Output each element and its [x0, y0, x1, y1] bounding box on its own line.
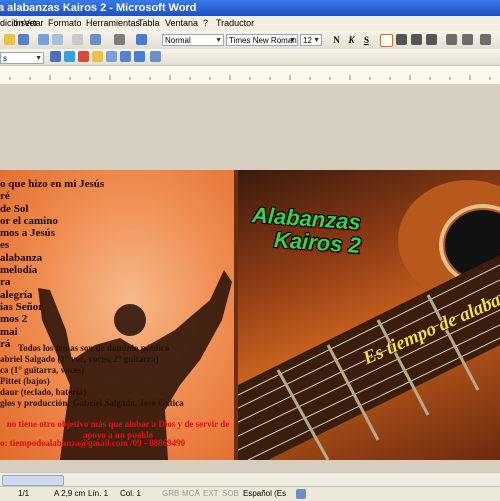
tool-icon[interactable]	[64, 51, 75, 62]
font-value: Times New Roman	[229, 36, 297, 45]
print-icon[interactable]	[38, 34, 49, 45]
style-value: Normal	[165, 36, 191, 45]
status-page: 1/1	[18, 489, 30, 498]
chevron-down-icon: ▼	[215, 37, 222, 44]
menu-traductor[interactable]: Traductor	[216, 16, 254, 31]
align-left-icon[interactable]	[380, 34, 393, 47]
song-item: ias Señor	[0, 300, 44, 313]
save-icon[interactable]	[18, 34, 29, 45]
status-grb[interactable]: GRB	[162, 487, 179, 501]
menu-insertar[interactable]: Insertar	[13, 16, 44, 31]
song-item: alegría	[0, 288, 33, 301]
tool-icon[interactable]	[120, 51, 131, 62]
align-right-icon[interactable]	[411, 34, 422, 45]
song-item: alabanza	[0, 251, 43, 264]
credit-line: glos y producción: Gabriel Salgado, José…	[0, 398, 184, 408]
status-line: Lín. 1	[88, 489, 109, 498]
song-item: de Sol	[0, 202, 29, 215]
back-cover: o que hizo en mi Jesús ré de Sol or el c…	[0, 170, 238, 460]
size-value: 12	[303, 36, 312, 45]
status-bar: 1/1 A 2,9 cm Lín. 1 Col. 1 GRB MCA EXT S…	[0, 486, 500, 501]
drawing-toolbar: s ▼	[0, 49, 500, 66]
song-item: mai	[0, 325, 18, 338]
credits: Todos los temas son de dominio público a…	[0, 343, 236, 409]
status-language[interactable]: Español (Es	[243, 487, 286, 501]
song-item: o que hizo en mi Jesús	[0, 178, 105, 190]
horizontal-scrollbar[interactable]	[0, 472, 500, 486]
status-sob[interactable]: SOB	[222, 487, 239, 501]
undo-icon[interactable]	[90, 34, 101, 45]
indent-icon[interactable]	[480, 34, 491, 45]
bold-button[interactable]: N	[330, 34, 343, 46]
menu-formato[interactable]: Formato	[48, 16, 82, 31]
credit-line: Pittet (bajos)	[0, 376, 50, 386]
credit-line: Todos los temas son de dominio público	[18, 343, 170, 353]
status-mca[interactable]: MCA	[182, 487, 200, 501]
secondary-select[interactable]: s ▼	[0, 52, 44, 64]
menu-herramientas[interactable]: Herramientas	[86, 16, 140, 31]
horizontal-ruler[interactable]	[0, 66, 500, 85]
menu-help[interactable]: ?	[203, 16, 208, 31]
song-item: melodía	[0, 264, 38, 277]
song-list: o que hizo en mi Jesús ré de Sol or el c…	[0, 178, 230, 350]
tool-icon[interactable]	[92, 51, 103, 62]
open-icon[interactable]	[4, 34, 15, 45]
song-item: mos a Jesús	[0, 227, 56, 240]
bullets-icon[interactable]	[462, 34, 473, 45]
scrollbar-thumb[interactable]	[2, 475, 64, 486]
justify-icon[interactable]	[426, 34, 437, 45]
credit-line: ca (1° guitarra, voces)	[0, 365, 85, 375]
secondary-select-value: s	[3, 54, 7, 63]
chevron-down-icon: ▼	[35, 55, 42, 62]
song-item: mos 2	[0, 313, 28, 326]
tool-icon[interactable]	[106, 51, 117, 62]
menu-tabla[interactable]: Tabla	[138, 16, 160, 31]
menu-ventana[interactable]: Ventana	[165, 16, 198, 31]
standard-toolbar: Normal ▼ Times New Roman ▼ 12 ▼ N K S	[0, 31, 500, 50]
credit-line: abriel Salgado (1° voz, voces, 2° guitar…	[0, 354, 159, 364]
italic-button[interactable]: K	[345, 34, 358, 46]
song-item: ra	[0, 276, 11, 289]
chevron-down-icon: ▼	[289, 37, 296, 44]
chevron-down-icon: ▼	[313, 37, 320, 44]
align-center-icon[interactable]	[396, 34, 407, 45]
preview-icon[interactable]	[52, 34, 63, 45]
copy-icon[interactable]	[72, 34, 83, 45]
styles-icon[interactable]	[136, 34, 147, 45]
tool-icon[interactable]	[150, 51, 161, 62]
spelling-icon[interactable]	[296, 489, 306, 499]
window-title: a alabanzas Kairos 2 - Microsoft Word	[0, 2, 197, 14]
song-item: ré	[0, 190, 10, 203]
columns-icon[interactable]	[114, 34, 125, 45]
status-position: A 2,9 cm	[54, 489, 86, 498]
menu-bar: dición Ver Insertar Formato Herramientas…	[0, 16, 500, 31]
ruler-ticks	[9, 75, 491, 80]
song-item: es	[0, 239, 10, 252]
status-column: Col. 1	[120, 489, 141, 498]
credit-line: daur (teclado, batería)	[0, 387, 87, 397]
tool-icon[interactable]	[134, 51, 145, 62]
underline-button[interactable]: S	[360, 34, 373, 46]
song-item: or el camino	[0, 214, 58, 227]
tool-icon[interactable]	[78, 51, 89, 62]
status-ext[interactable]: EXT	[203, 487, 219, 501]
font-select[interactable]: Times New Roman ▼	[226, 34, 298, 46]
title-bar: a alabanzas Kairos 2 - Microsoft Word	[0, 0, 500, 16]
size-select[interactable]: 12 ▼	[300, 34, 322, 46]
style-select[interactable]: Normal ▼	[162, 34, 224, 46]
tool-icon[interactable]	[50, 51, 61, 62]
contact-line: o: tiempodealabanza@gmail.com /09 - 8886…	[0, 438, 186, 448]
numbering-icon[interactable]	[446, 34, 457, 45]
